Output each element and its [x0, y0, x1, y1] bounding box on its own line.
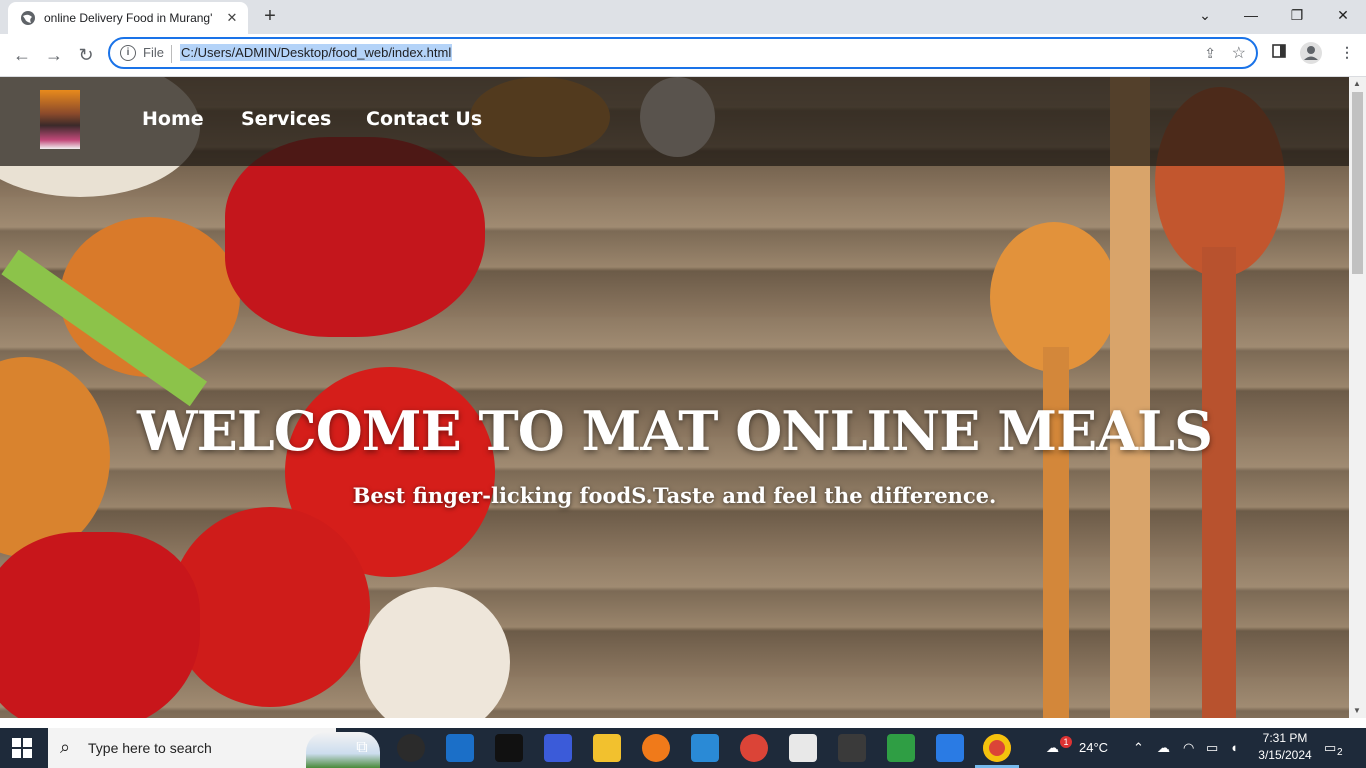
wifi-icon[interactable]: ◠: [1183, 728, 1194, 768]
hero-subtitle: Best finger-licking foodS.Taste and feel…: [352, 483, 997, 508]
globe-icon: [20, 10, 36, 26]
restore-button[interactable]: ❐: [1274, 0, 1320, 30]
share-icon[interactable]: ⇪: [1204, 45, 1216, 62]
chatgpt-icon[interactable]: [397, 734, 425, 762]
weather-icon[interactable]: ☁: [1046, 728, 1059, 768]
app-icon[interactable]: [495, 734, 523, 762]
mushroom-lower-decoration: [360, 587, 510, 718]
windows-taskbar: ⌕ Type here to search ⧉ ☁ 1 24°C ⌃ ☁ ◠ ▭…: [0, 728, 1366, 768]
minimize-button[interactable]: —: [1228, 0, 1274, 30]
site-navbar: Home Services Contact Us: [0, 77, 1349, 166]
search-icon: ⌕: [60, 737, 71, 757]
speaker-icon[interactable]: ◖: [1230, 728, 1238, 768]
nav-contact-link[interactable]: Contact Us: [366, 108, 482, 130]
tab-title: online Delivery Food in Murang': [44, 11, 213, 25]
network-off-icon[interactable]: ☁: [1157, 728, 1170, 768]
scroll-down-icon[interactable]: ▼: [1353, 706, 1361, 715]
chrome-user-icon[interactable]: [740, 734, 768, 762]
photos-icon[interactable]: [936, 734, 964, 762]
mail-icon[interactable]: [446, 734, 474, 762]
red-pepper-lower-decoration: [0, 532, 200, 718]
spatula-decoration: [1110, 77, 1150, 718]
tab-close-icon[interactable]: ✕: [224, 10, 240, 26]
notification-count: 2: [1337, 747, 1343, 758]
close-window-button[interactable]: ✕: [1320, 0, 1366, 30]
notification-icon[interactable]: ▭: [1324, 728, 1336, 768]
browser-tab-strip: online Delivery Food in Murang' ✕ + ⌄ — …: [0, 0, 1366, 34]
divider: [171, 45, 172, 63]
menu-kebab-icon[interactable]: ⋮: [1340, 44, 1354, 61]
copilot-icon[interactable]: [544, 734, 572, 762]
git-icon[interactable]: [887, 734, 915, 762]
hero-title: WELCOME TO MAT ONLINE MEALS: [137, 399, 1213, 463]
file-explorer-icon[interactable]: [593, 734, 621, 762]
browser-toolbar: ← → ↻ i File C:/Users/ADMIN/Desktop/food…: [0, 34, 1366, 77]
back-arrow-icon[interactable]: ←: [10, 43, 34, 67]
red-pepper-decoration: [225, 137, 485, 337]
vscode-icon[interactable]: [691, 734, 719, 762]
weather-temp[interactable]: 24°C: [1079, 728, 1108, 768]
chart-app-icon[interactable]: [838, 734, 866, 762]
bookmark-star-icon[interactable]: ☆: [1232, 43, 1246, 63]
nav-home-link[interactable]: Home: [142, 108, 204, 130]
tab-search-icon[interactable]: ⌄: [1182, 0, 1228, 30]
search-placeholder: Type here to search: [88, 740, 212, 756]
hero-section: Home Services Contact Us WELCOME TO MAT …: [0, 77, 1349, 718]
task-view-icon[interactable]: ⧉: [348, 734, 376, 762]
nav-services-link[interactable]: Services: [241, 108, 331, 130]
page-scrollbar[interactable]: ▲ ▼: [1349, 77, 1366, 718]
taskbar-search[interactable]: ⌕ Type here to search: [48, 728, 380, 768]
firefox-icon[interactable]: [642, 734, 670, 762]
new-tab-button[interactable]: +: [258, 4, 282, 28]
scroll-up-icon[interactable]: ▲: [1353, 79, 1361, 88]
reload-icon[interactable]: ↻: [74, 43, 98, 67]
scrollbar-thumb[interactable]: [1352, 92, 1363, 274]
chrome-icon[interactable]: [983, 734, 1011, 762]
tomato-lower-decoration: [170, 507, 370, 707]
url-text[interactable]: C:/Users/ADMIN/Desktop/food_web/index.ht…: [180, 44, 453, 61]
side-panel-icon[interactable]: [1272, 44, 1286, 61]
clock-time: 7:31 PM: [1262, 731, 1308, 745]
windows-start-icon[interactable]: [12, 738, 34, 760]
browser-tab[interactable]: online Delivery Food in Murang' ✕: [8, 2, 248, 34]
site-logo[interactable]: [40, 90, 80, 149]
taskbar-clock[interactable]: 7:31 PM 3/15/2024: [1252, 730, 1318, 764]
profile-avatar-icon[interactable]: [1300, 42, 1322, 67]
weather-badge: 1: [1060, 736, 1072, 748]
chevron-up-icon[interactable]: ⌃: [1133, 728, 1144, 768]
address-bar[interactable]: i File C:/Users/ADMIN/Desktop/food_web/i…: [108, 37, 1258, 69]
scheme-label: File: [143, 45, 164, 60]
forward-arrow-icon[interactable]: →: [42, 43, 66, 67]
clock-date: 3/15/2024: [1258, 748, 1312, 762]
battery-icon[interactable]: ▭: [1206, 728, 1218, 768]
roblox-icon[interactable]: [789, 734, 817, 762]
info-icon[interactable]: i: [120, 45, 136, 61]
